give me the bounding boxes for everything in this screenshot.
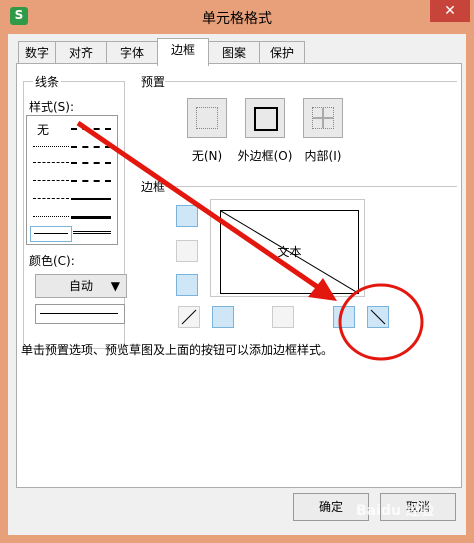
preset-outline-button[interactable]	[245, 98, 285, 138]
tab-alignment[interactable]: 对齐	[55, 41, 107, 64]
preset-inside-label: 内部(I)	[304, 149, 342, 163]
border-title: 边框	[139, 178, 168, 195]
hint-text: 单击预置选项、预览草图及上面的按钮可以添加边框样式。	[21, 343, 334, 357]
dialog-body: 数字 对齐 字体 边框 图案 保护 线条 样式(S): 无 颜色(C): 自动 …	[8, 34, 466, 535]
line-style-none[interactable]: 无	[37, 121, 49, 138]
line-style-option[interactable]	[33, 162, 69, 163]
line-style-option[interactable]	[33, 216, 69, 217]
tab-font[interactable]: 字体	[106, 41, 158, 64]
line-style-option[interactable]	[33, 198, 69, 199]
border-middle-vertical-button[interactable]	[272, 306, 294, 328]
preview-text: 文本	[277, 245, 302, 259]
line-style-option[interactable]	[71, 146, 111, 148]
tab-protection[interactable]: 保护	[259, 41, 305, 64]
line-preview	[35, 304, 125, 324]
border-left-button[interactable]	[212, 306, 234, 328]
presets-title: 预置	[139, 73, 168, 90]
chevron-down-icon: ▼	[110, 279, 120, 293]
border-right-button[interactable]	[333, 306, 355, 328]
tab-number[interactable]: 数字	[18, 41, 56, 64]
color-label: 颜色(C):	[27, 252, 77, 269]
border-diagonal-down-button[interactable]	[367, 306, 389, 328]
border-diagonal-up-button[interactable]	[178, 306, 200, 328]
close-icon: ✕	[444, 3, 456, 19]
border-tab-panel: 线条 样式(S): 无 颜色(C): 自动 ▼ 预置 无(N) 外边框(O) 内…	[16, 63, 462, 488]
inside-border-icon	[312, 107, 334, 129]
preset-inside-button[interactable]	[303, 98, 343, 138]
line-style-option[interactable]	[73, 231, 111, 234]
diagonal-up-icon	[181, 309, 197, 325]
diagonal-down-icon	[370, 309, 386, 325]
border-top-button[interactable]	[176, 205, 198, 227]
border-bottom-button[interactable]	[176, 274, 198, 296]
tab-pattern[interactable]: 图案	[208, 41, 260, 64]
line-style-option[interactable]	[33, 180, 69, 181]
dialog-title: 单元格格式	[202, 11, 272, 27]
tab-border[interactable]: 边框	[157, 38, 209, 66]
outline-border-icon	[254, 107, 278, 131]
no-border-icon	[196, 107, 218, 129]
preset-none-button[interactable]	[187, 98, 227, 138]
preset-outline-label: 外边框(O)	[237, 149, 293, 163]
line-style-option[interactable]	[71, 180, 111, 182]
line-style-list[interactable]: 无	[26, 115, 118, 245]
line-style-selected[interactable]	[30, 226, 72, 242]
border-middle-horizontal-button[interactable]	[176, 240, 198, 262]
baidu-watermark: Baidu 经验	[356, 503, 434, 519]
line-style-option[interactable]	[71, 162, 111, 164]
line-group-title: 线条	[33, 73, 62, 90]
title-bar[interactable]: S 单元格格式 ✕	[0, 0, 474, 34]
color-dropdown[interactable]: 自动 ▼	[35, 274, 127, 298]
dialog-window: S 单元格格式 ✕ 数字 对齐 字体 边框 图案 保护 线条 样式(S): 无	[0, 0, 474, 543]
line-style-option[interactable]	[33, 146, 69, 147]
line-style-option[interactable]	[71, 216, 111, 219]
close-button[interactable]: ✕	[430, 0, 470, 22]
border-preview-cell[interactable]: 文本	[220, 210, 359, 294]
line-style-option[interactable]	[71, 128, 111, 130]
line-style-option[interactable]	[71, 198, 111, 200]
line-style-label: 样式(S):	[27, 98, 77, 115]
